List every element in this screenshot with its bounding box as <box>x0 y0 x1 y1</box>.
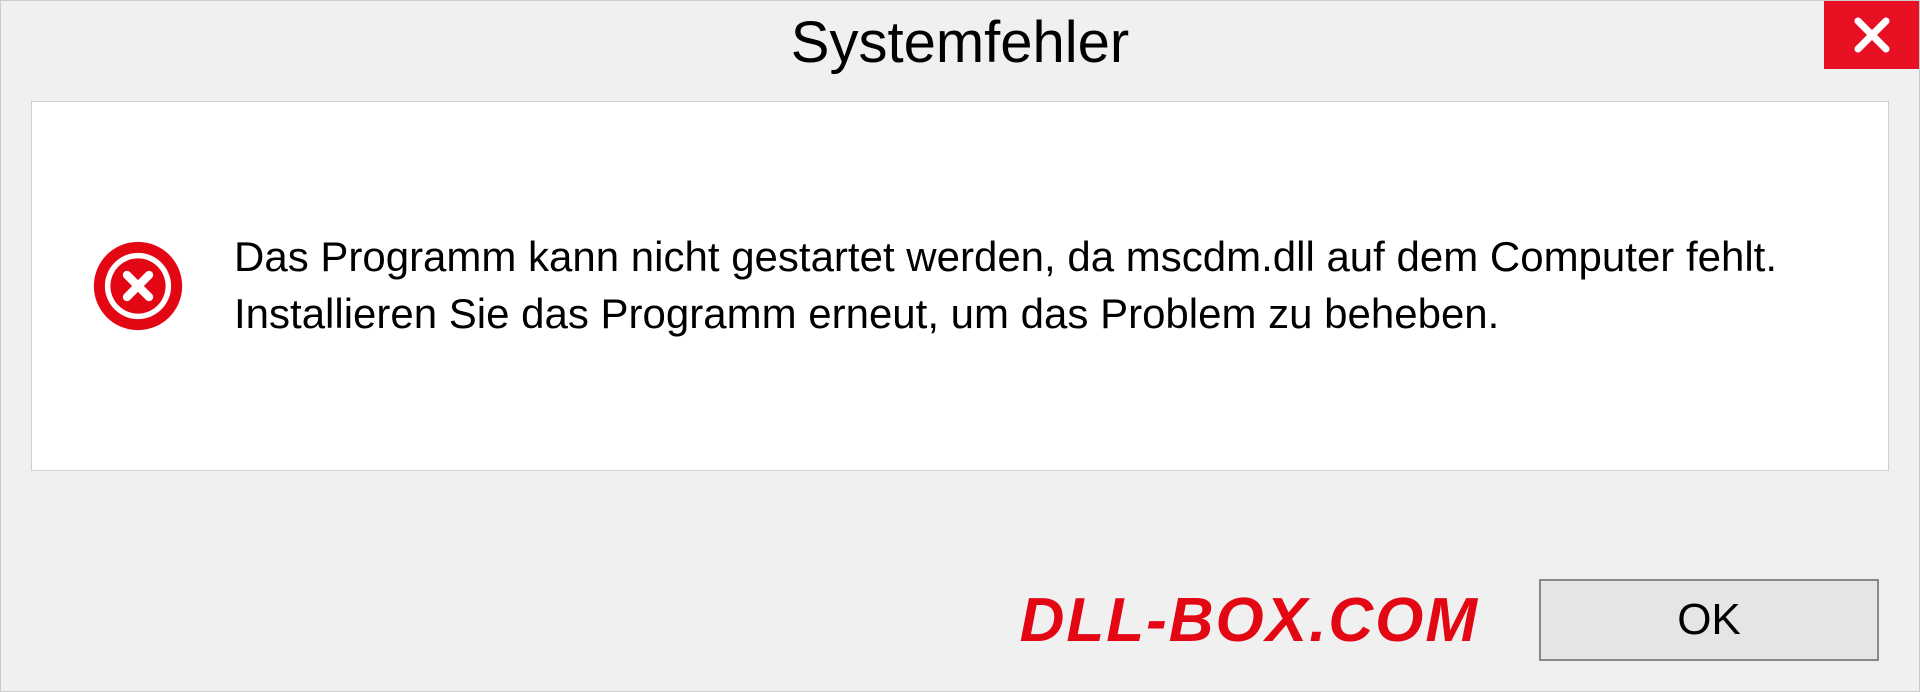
error-icon <box>92 240 184 332</box>
dialog-title: Systemfehler <box>791 9 1129 76</box>
error-dialog: Systemfehler Das Programm kann nicht ges… <box>0 0 1920 692</box>
watermark-text: DLL-BOX.COM <box>1020 585 1479 656</box>
titlebar: Systemfehler <box>1 1 1919 91</box>
close-button[interactable] <box>1824 1 1919 69</box>
ok-button[interactable]: OK <box>1539 579 1879 661</box>
close-icon <box>1851 14 1893 56</box>
dialog-footer: DLL-BOX.COM OK <box>1 579 1919 661</box>
message-panel: Das Programm kann nicht gestartet werden… <box>31 101 1889 471</box>
error-message: Das Programm kann nicht gestartet werden… <box>234 229 1828 342</box>
